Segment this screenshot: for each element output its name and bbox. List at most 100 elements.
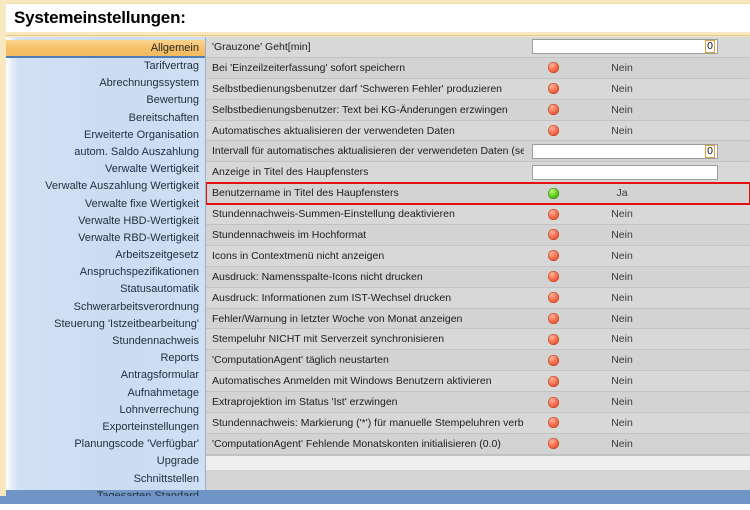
sidebar-item-lohnverrechung[interactable]: Lohnverrechung [6,402,205,419]
setting-toggle[interactable] [524,376,582,387]
setting-row[interactable]: Selbstbedienungsbenutzer darf 'Schweren … [206,79,750,100]
setting-text-input[interactable] [532,165,718,180]
setting-input-wrapper: 0 [532,39,730,54]
category-list: AllgemeinTarifvertragAbrechnungssystemBe… [6,38,205,496]
sidebar-item-bereitschaften[interactable]: Bereitschaften [6,110,205,127]
setting-row[interactable]: Extraprojektion im Status 'Ist' erzwinge… [206,392,750,413]
setting-label: Automatisches Anmelden mit Windows Benut… [206,375,524,387]
setting-row[interactable]: Stundennachweis im HochformatNein [206,225,750,246]
setting-row[interactable]: Automatisches aktualisieren der verwende… [206,121,750,142]
setting-text-input[interactable]: 0 [532,144,718,159]
setting-toggle[interactable] [524,229,582,240]
sidebar-item-tagesarten-standard[interactable]: Tagesarten Standard [6,488,205,496]
setting-value: Nein [582,375,662,387]
setting-row[interactable]: Fehler/Warnung in letzter Woche von Mona… [206,309,750,330]
setting-toggle[interactable] [524,104,582,115]
sidebar-item-reports[interactable]: Reports [6,350,205,367]
setting-row[interactable]: Ausdruck: Informationen zum IST-Wechsel … [206,288,750,309]
sidebar-item-schnittstellen[interactable]: Schnittstellen [6,471,205,488]
setting-toggle[interactable] [524,83,582,94]
setting-row[interactable]: 'Grauzone' Geht[min]0 [206,37,750,58]
sidebar-item-label: Verwalte Auszahlung Wertigkeit [45,180,199,192]
sidebar-item-label: Verwalte fixe Wertigkeit [85,198,199,210]
setting-input-value: 0 [705,40,715,53]
setting-toggle[interactable] [524,271,582,282]
setting-row[interactable]: Icons in Contextmenü nicht anzeigenNein [206,246,750,267]
sidebar-item-anspruchspezifikationen[interactable]: Anspruchspezifikationen [6,264,205,281]
sidebar-item-schwerarbeitsverordnung[interactable]: Schwerarbeitsverordnung [6,299,205,316]
sidebar-item-tarifvertrag[interactable]: Tarifvertrag [6,58,205,75]
sidebar-item-upgrade[interactable]: Upgrade [6,453,205,470]
sidebar-item-allgemein[interactable]: Allgemein [6,40,205,58]
setting-row[interactable]: Benutzername in Titel des HaupfenstersJa [206,183,750,204]
setting-row[interactable]: Stundennachweis: Markierung ('*') für ma… [206,413,750,434]
setting-row[interactable]: 'ComputationAgent' Fehlende Monatskonten… [206,434,750,455]
setting-label: Stempeluhr NICHT mit Serverzeit synchron… [206,333,524,345]
bottom-status-bar [0,496,750,504]
setting-row[interactable]: Stundennachweis-Summen-Einstellung deakt… [206,204,750,225]
setting-row[interactable]: Ausdruck: Namensspalte-Icons nicht druck… [206,267,750,288]
sidebar-item-antragsformular[interactable]: Antragsformular [6,367,205,384]
sidebar-item-label: Antragsformular [121,369,199,381]
settings-row-list: 'Grauzone' Geht[min]0Bei 'Einzeilzeiterf… [206,37,750,455]
setting-row[interactable]: Stempeluhr NICHT mit Serverzeit synchron… [206,329,750,350]
setting-value: Nein [582,354,662,366]
setting-row[interactable]: Automatisches Anmelden mit Windows Benut… [206,371,750,392]
status-off-icon [548,292,559,303]
setting-row[interactable]: Selbstbedienungsbenutzer: Text bei KG-Än… [206,100,750,121]
setting-row[interactable]: 'ComputationAgent' täglich neustartenNei… [206,350,750,371]
setting-toggle[interactable] [524,355,582,366]
sidebar-item-steuerung-istzeitbearbeitung[interactable]: Steuerung 'Istzeitbearbeitung' [6,316,205,333]
setting-text-input[interactable]: 0 [532,39,718,54]
sidebar-item-statusautomatik[interactable]: Statusautomatik [6,281,205,298]
setting-row[interactable]: Anzeige in Titel des Haupfensters [206,162,750,183]
sidebar-item-stundennachweis[interactable]: Stundennachweis [6,333,205,350]
setting-toggle[interactable] [524,313,582,324]
status-off-icon [548,376,559,387]
setting-toggle[interactable] [524,438,582,449]
setting-toggle[interactable] [524,334,582,345]
setting-value: Nein [582,125,662,137]
sidebar-item-verwalte-wertigkeit[interactable]: Verwalte Wertigkeit [6,161,205,178]
setting-input-wrapper [532,165,730,180]
sidebar-item-verwalte-hbd-wertigkeit[interactable]: Verwalte HBD-Wertigkeit [6,213,205,230]
setting-label: Anzeige in Titel des Haupfensters [206,166,524,178]
sidebar-item-exporteinstellungen[interactable]: Exporteinstellungen [6,419,205,436]
sidebar-item-autom-saldo-auszahlung[interactable]: autom. Saldo Auszahlung [6,144,205,161]
setting-toggle[interactable] [524,62,582,73]
setting-toggle[interactable] [524,250,582,261]
sidebar-item-label: Anspruchspezifikationen [80,266,199,278]
setting-toggle[interactable] [524,209,582,220]
setting-toggle[interactable] [524,292,582,303]
setting-toggle[interactable] [524,188,582,199]
setting-value: Nein [582,333,662,345]
setting-value: Nein [582,313,662,325]
setting-label: Extraprojektion im Status 'Ist' erzwinge… [206,396,524,408]
setting-toggle[interactable] [524,417,582,428]
sidebar-item-label: Aufnahmetage [127,387,199,399]
setting-toggle[interactable] [524,125,582,136]
sidebar-item-label: Steuerung 'Istzeitbearbeitung' [54,318,199,330]
sidebar-item-arbeitszeitgesetz[interactable]: Arbeitszeitgesetz [6,247,205,264]
setting-row[interactable]: Bei 'Einzeilzeiterfassung' sofort speich… [206,58,750,79]
settings-content: 'Grauzone' Geht[min]0Bei 'Einzeilzeiterf… [206,37,750,496]
setting-label: Stundennachweis: Markierung ('*') für ma… [206,417,524,429]
status-off-icon [548,271,559,282]
category-sidebar[interactable]: AllgemeinTarifvertragAbrechnungssystemBe… [6,37,206,496]
setting-row[interactable]: Intervall für automatisches aktualisiere… [206,141,750,162]
setting-toggle[interactable] [524,397,582,408]
sidebar-item-label: Lohnverrechung [119,404,199,416]
sidebar-item-aufnahmetage[interactable]: Aufnahmetage [6,385,205,402]
sidebar-item-label: Verwalte Wertigkeit [105,163,199,175]
status-off-icon [548,417,559,428]
sidebar-item-erweiterte-organisation[interactable]: Erweiterte Organisation [6,127,205,144]
sidebar-item-abrechnungssystem[interactable]: Abrechnungssystem [6,75,205,92]
sidebar-item-label: Verwalte RBD-Wertigkeit [78,232,199,244]
status-off-icon [548,438,559,449]
sidebar-item-verwalte-fixe-wertigkeit[interactable]: Verwalte fixe Wertigkeit [6,196,205,213]
sidebar-item-planungscode-verf-gbar[interactable]: Planungscode 'Verfügbar' [6,436,205,453]
content-filler [206,455,750,470]
sidebar-item-bewertung[interactable]: Bewertung [6,92,205,109]
sidebar-item-verwalte-rbd-wertigkeit[interactable]: Verwalte RBD-Wertigkeit [6,230,205,247]
sidebar-item-verwalte-auszahlung-wertigkeit[interactable]: Verwalte Auszahlung Wertigkeit [6,178,205,195]
